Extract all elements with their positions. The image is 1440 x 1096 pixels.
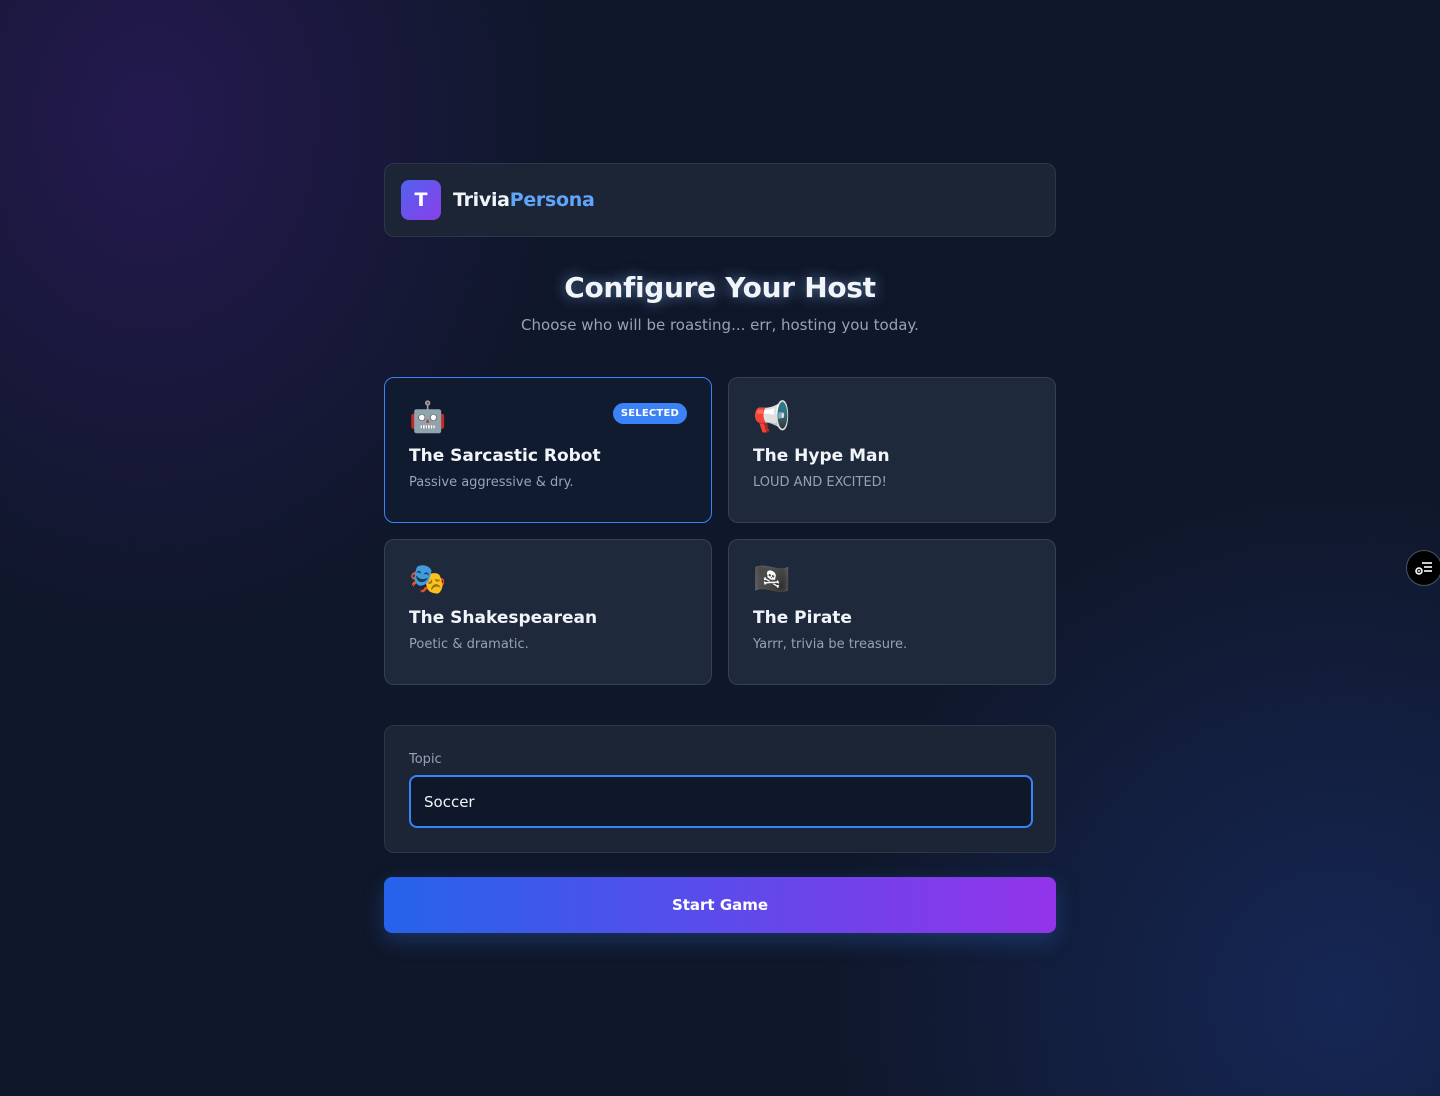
- topic-input[interactable]: [409, 775, 1033, 828]
- selected-badge: SELECTED: [612, 403, 687, 424]
- start-game-button[interactable]: Start Game: [384, 877, 1056, 933]
- page-title: Configure Your Host: [564, 271, 876, 304]
- persona-description: Poetic & dramatic.: [409, 637, 529, 652]
- persona-card-sarcastic-robot[interactable]: 🤖 SELECTED The Sarcastic Robot Passive a…: [384, 377, 712, 523]
- topic-label: Topic: [409, 752, 442, 767]
- persona-description: Yarrr, trivia be treasure.: [753, 637, 908, 652]
- persona-description: LOUD AND EXCITED!: [753, 475, 887, 490]
- megaphone-icon: 📢: [753, 400, 791, 435]
- theater-masks-icon: 🎭: [409, 562, 447, 597]
- pirate-flag-icon: 🏴‍☠️: [753, 562, 791, 597]
- brand-name: TriviaPersona: [453, 189, 595, 211]
- persona-description: Passive aggressive & dry.: [409, 475, 574, 490]
- persona-name: The Shakespearean: [409, 608, 598, 628]
- persona-card-hype-man[interactable]: 📢 The Hype Man LOUD AND EXCITED!: [728, 377, 1056, 523]
- main-container: T TriviaPersona Configure Your Host Choo…: [384, 163, 1056, 933]
- persona-name: The Sarcastic Robot: [409, 446, 601, 466]
- persona-card-shakespearean[interactable]: 🎭 The Shakespearean Poetic & dramatic.: [384, 539, 712, 685]
- topic-panel: Topic: [384, 725, 1056, 853]
- persona-grid: 🤖 SELECTED The Sarcastic Robot Passive a…: [384, 377, 1056, 685]
- persona-card-pirate[interactable]: 🏴‍☠️ The Pirate Yarrr, trivia be treasur…: [728, 539, 1056, 685]
- persona-name: The Hype Man: [753, 446, 890, 466]
- side-widget-button[interactable]: [1406, 550, 1440, 586]
- list-widget-icon: [1415, 562, 1432, 575]
- page-subtitle: Choose who will be roasting... err, host…: [521, 316, 919, 334]
- persona-name: The Pirate: [753, 608, 852, 628]
- brand-name-part1: Trivia: [453, 189, 510, 211]
- logo-letter: T: [414, 189, 428, 211]
- brand-name-part2: Persona: [509, 189, 595, 211]
- logo-icon: T: [401, 180, 441, 220]
- app-header: T TriviaPersona: [384, 163, 1056, 237]
